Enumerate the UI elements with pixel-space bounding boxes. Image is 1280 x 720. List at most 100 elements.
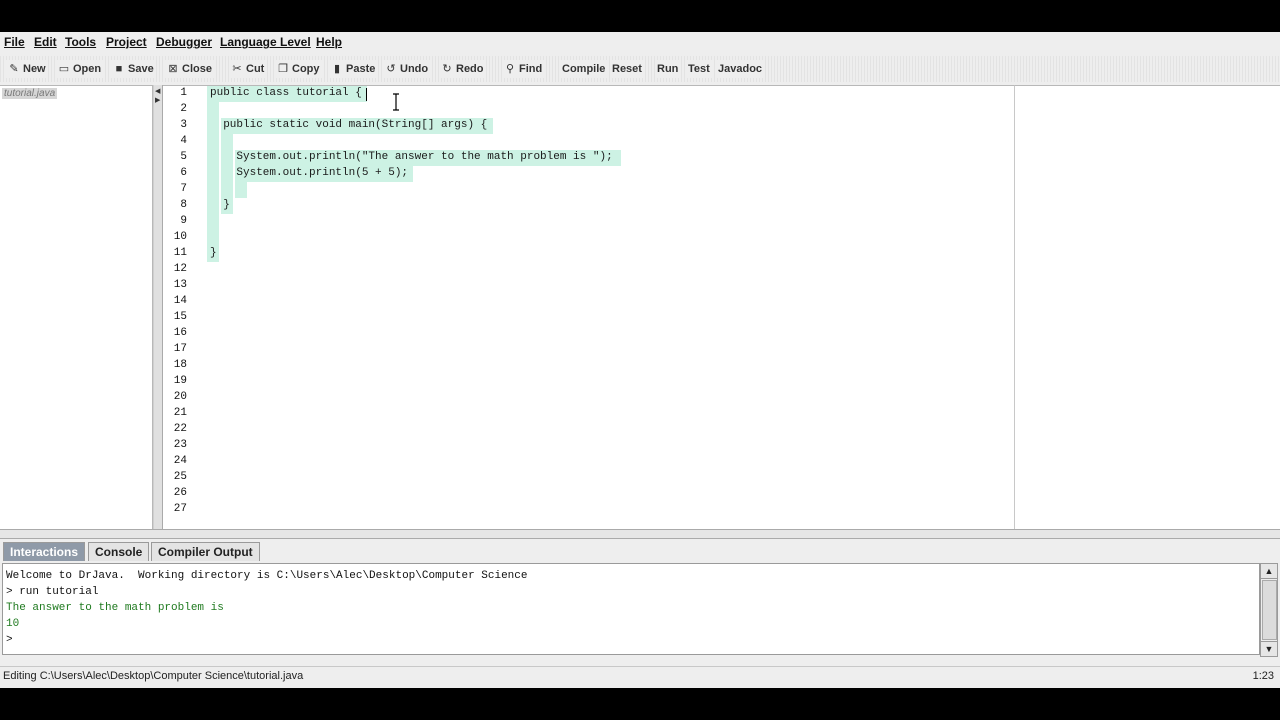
code-text: System.out.println("The answer to the ma… [210,151,613,163]
interactions-line: Welcome to DrJava. Working directory is … [6,570,528,582]
line-number: 3 [180,119,187,131]
code-line: 18 [163,358,1003,374]
code-line: 12 [163,262,1003,278]
code-line: 20 [163,390,1003,406]
code-text: public static void main(String[] args) { [210,119,488,131]
code-line: 5 System.out.println("The answer to the … [163,150,1003,166]
tab-compiler-output[interactable]: Compiler Output [151,542,260,561]
scrollbar-thumb[interactable] [1262,580,1277,640]
open-button[interactable]: ▭ Open [56,60,104,78]
new-button[interactable]: ✎ New [6,60,48,78]
find-button[interactable]: ⚲ Find [502,60,545,78]
save-button[interactable]: ■ Save [111,60,156,78]
menu-tools[interactable]: Tools [65,35,96,49]
compile-button[interactable]: Compile [560,60,608,78]
line-number: 8 [180,199,187,211]
horizontal-splitter[interactable] [0,529,1280,539]
tab-interactions[interactable]: Interactions [3,542,86,561]
menu-file[interactable]: File [4,35,25,49]
collapse-left-icon[interactable]: ◀ [155,87,160,95]
open-folder-icon: ▭ [58,63,70,75]
interactions-line: 10 [6,618,20,630]
code-line: 1 public class tutorial { [163,86,1003,102]
menu-debugger[interactable]: Debugger [156,35,212,49]
scissors-icon: ✂ [232,63,242,75]
interactions-pane[interactable]: Welcome to DrJava. Working directory is … [2,563,1260,655]
line-number: 21 [173,407,187,419]
interactions-scrollbar[interactable]: ▲ ▼ [1260,563,1278,657]
code-line: 21 [163,406,1003,422]
line-number: 1 [180,87,187,99]
line-number: 5 [180,151,187,163]
line-number: 9 [180,215,187,227]
undo-icon: ↺ [386,63,396,75]
code-line: 7 [163,182,1003,198]
toolbar: ✎ New ▭ Open ■ Save ⊠ Close ✂ Cut ❐ Copy ▮ Past… [0,56,1280,82]
code-editor[interactable]: 1 public class tutorial { 2 3 public stat… [163,85,1014,530]
menu-language-level[interactable]: Language Level [220,35,311,49]
line-number: 17 [173,343,187,355]
menu-project[interactable]: Project [106,35,147,49]
scroll-down-icon[interactable]: ▼ [1261,641,1277,656]
document-list-panel: tutorial.java [0,85,153,530]
code-text: public class tutorial { [210,87,362,99]
menu-bar: File Edit Tools Project Debugger Languag… [0,32,1280,52]
scroll-up-icon[interactable]: ▲ [1261,564,1277,579]
line-number: 6 [180,167,187,179]
editor-right-area [1014,85,1280,530]
line-number: 25 [173,471,187,483]
vertical-splitter[interactable]: ◀ ▶ [153,85,163,529]
code-line: 16 [163,326,1003,342]
line-number: 12 [173,263,187,275]
line-number: 23 [173,439,187,451]
code-line: 2 [163,102,1003,118]
paste-icon: ▮ [333,63,341,75]
reset-button[interactable]: Reset [610,60,644,78]
line-number: 4 [180,135,187,147]
line-number: 15 [173,311,187,323]
test-button[interactable]: Test [686,60,712,78]
bottom-tab-strip: Interactions Console Compiler Output [0,540,1280,562]
code-line: 9 [163,214,1003,230]
code-text: System.out.println(5 + 5); [210,167,409,179]
code-text: } [210,247,217,259]
interactions-prompt[interactable]: > [6,634,19,646]
document-item-tutorial[interactable]: tutorial.java [2,88,58,99]
line-number: 24 [173,455,187,467]
line-number: 2 [180,103,187,115]
close-icon: ⊠ [168,63,178,75]
new-file-icon: ✎ [9,63,19,75]
expand-right-icon[interactable]: ▶ [155,96,160,104]
code-line: 11} [163,246,1003,262]
code-line: 27 [163,502,1003,518]
run-button[interactable]: Run [655,60,681,78]
line-number: 13 [173,279,187,291]
javadoc-button[interactable]: Javadoc [716,60,765,78]
code-line: 15 [163,310,1003,326]
binoculars-icon: ⚲ [505,63,515,75]
menu-help[interactable]: Help [316,35,342,49]
paste-button[interactable]: ▮ Paste [329,60,378,78]
code-line: 8 } [163,198,1003,214]
line-number: 18 [173,359,187,371]
redo-icon: ↻ [442,63,452,75]
tab-console[interactable]: Console [88,542,150,561]
line-number: 22 [173,423,187,435]
line-number: 11 [173,247,187,259]
redo-button[interactable]: ↻ Redo [439,60,486,78]
code-line: 13 [163,278,1003,294]
line-number: 14 [173,295,187,307]
copy-button[interactable]: ❐ Copy [275,60,322,78]
code-text: } [210,199,230,211]
code-line: 3 public static void main(String[] args)… [163,118,1003,134]
code-line: 19 [163,374,1003,390]
cut-button[interactable]: ✂ Cut [229,60,267,78]
code-line: 4 [163,134,1003,150]
status-file-path: Editing C:\Users\Alec\Desktop\Computer S… [3,670,304,682]
code-line: 26 [163,486,1003,502]
undo-button[interactable]: ↺ Undo [383,60,431,78]
code-line: 24 [163,454,1003,470]
code-line: 14 [163,294,1003,310]
close-button[interactable]: ⊠ Close [165,60,214,78]
menu-edit[interactable]: Edit [34,35,57,49]
